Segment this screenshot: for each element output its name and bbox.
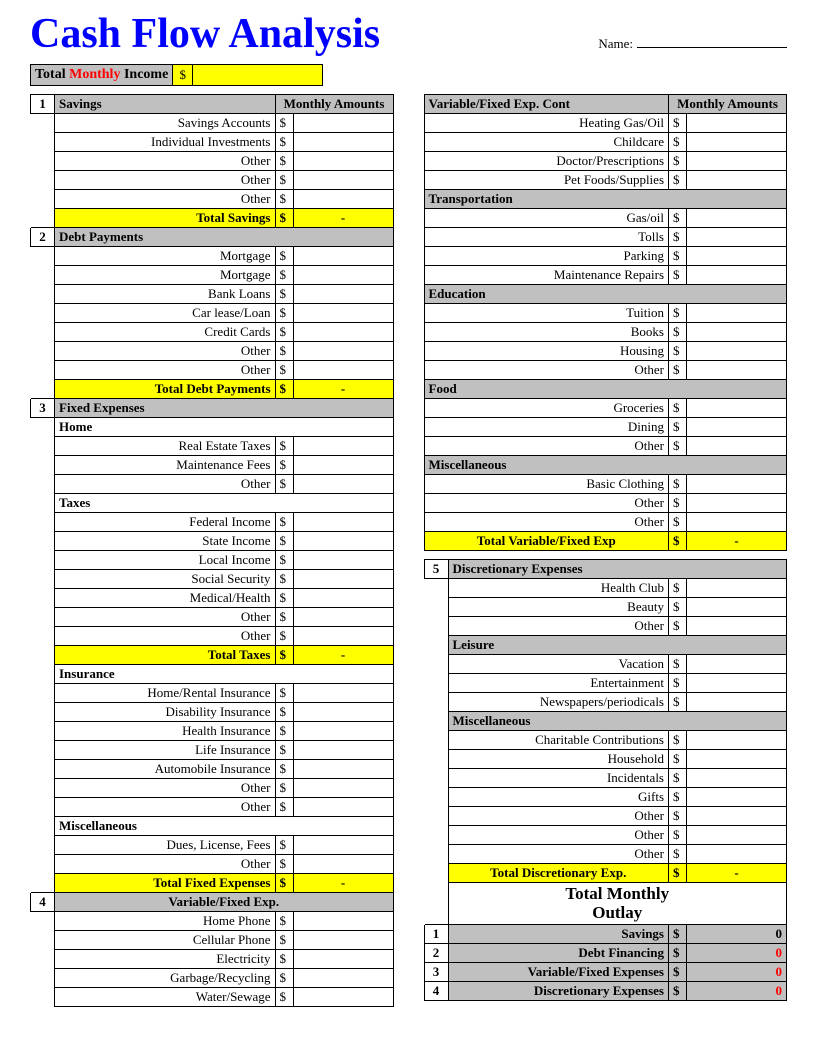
section-header-debt: Debt Payments: [55, 228, 394, 247]
right-table-2: 5Discretionary Expenses Health Club$ Bea…: [424, 559, 788, 1001]
total-taxes: Total Taxes: [55, 646, 276, 665]
outlay-savings: Savings: [448, 925, 669, 944]
section-header-variable: Variable/Fixed Exp.: [55, 893, 394, 912]
left-table: 1 Savings Monthly Amounts Savings Accoun…: [30, 94, 394, 1007]
section-header-fixed: Fixed Expenses: [55, 399, 394, 418]
total-savings: Total Savings: [55, 209, 276, 228]
section-header-discretionary: Discretionary Expenses: [448, 560, 787, 579]
section-number: 1: [31, 95, 55, 114]
outlay-debt: Debt Financing: [448, 944, 669, 963]
amount-input[interactable]: [293, 114, 393, 133]
outlay-variable: Variable/Fixed Expenses: [448, 963, 669, 982]
section-header-savings: Savings: [55, 95, 276, 114]
total-discretionary: Total Discretionary Exp.: [448, 864, 669, 883]
total-monthly-income: Total Monthly Income $: [30, 64, 787, 86]
total-monthly-outlay-header: Total MonthlyOutlay: [448, 883, 787, 925]
income-input[interactable]: [193, 64, 323, 86]
total-variable-fixed: Total Variable/Fixed Exp: [424, 532, 669, 551]
total-debt: Total Debt Payments: [55, 380, 276, 399]
outlay-discretionary: Discretionary Expenses: [448, 982, 669, 1001]
right-table: Variable/Fixed Exp. Cont Monthly Amounts…: [424, 94, 788, 551]
name-field[interactable]: Name:: [598, 36, 787, 58]
line-item: Savings Accounts: [55, 114, 276, 133]
section-header-cont: Variable/Fixed Exp. Cont: [424, 95, 669, 114]
total-fixed: Total Fixed Expenses: [55, 874, 276, 893]
page-title: Cash Flow Analysis: [30, 10, 380, 58]
